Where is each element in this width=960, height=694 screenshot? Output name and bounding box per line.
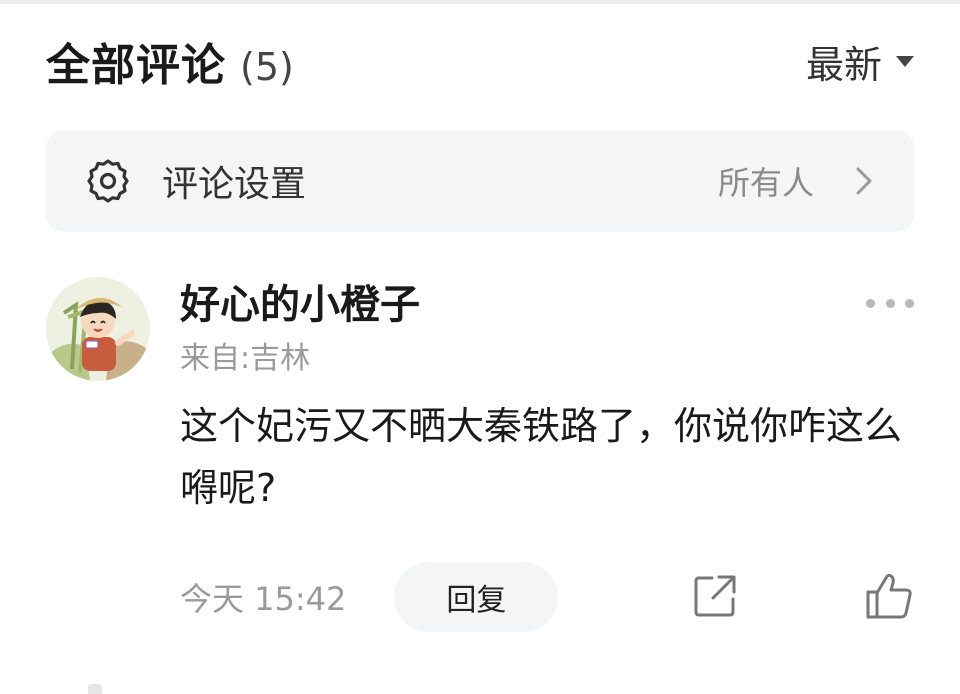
page-title: 全部评论 <box>46 40 226 91</box>
gear-icon <box>84 157 132 205</box>
top-divider <box>0 0 960 4</box>
like-icon[interactable] <box>864 571 914 621</box>
next-comment-edge <box>88 684 102 694</box>
comment-time: 今天 15:42 <box>180 580 347 618</box>
caret-down-icon <box>896 55 914 67</box>
settings-label: 评论设置 <box>162 164 307 205</box>
location: 来自:吉林 <box>180 341 311 376</box>
username[interactable]: 好心的小橙子 <box>180 277 914 333</box>
comment-actions: 今天 15:42 回复 <box>180 561 914 633</box>
sort-label: 最新 <box>805 42 882 87</box>
comment-count: (5) <box>240 45 294 89</box>
share-icon[interactable] <box>692 573 738 619</box>
chevron-right-icon <box>854 166 874 196</box>
sort-dropdown[interactable]: 最新 <box>806 34 914 89</box>
reply-button[interactable]: 回复 <box>394 562 559 632</box>
comments-header: 全部评论 (5) 最新 <box>46 30 914 92</box>
comment-settings-row[interactable]: 评论设置 所有人 <box>46 130 914 232</box>
settings-value: 所有人 <box>717 164 814 202</box>
comment-text: 这个妃污又不晒大秦铁路了，你说你咋这么嘚呢? <box>180 404 903 510</box>
avatar[interactable] <box>46 277 150 381</box>
comment-body: 好心的小橙子 来自:吉林 这个妃污又不晒大秦铁路了，你说你咋这么嘚呢? <box>180 275 914 519</box>
header-title-group: 全部评论 (5) <box>46 29 294 93</box>
